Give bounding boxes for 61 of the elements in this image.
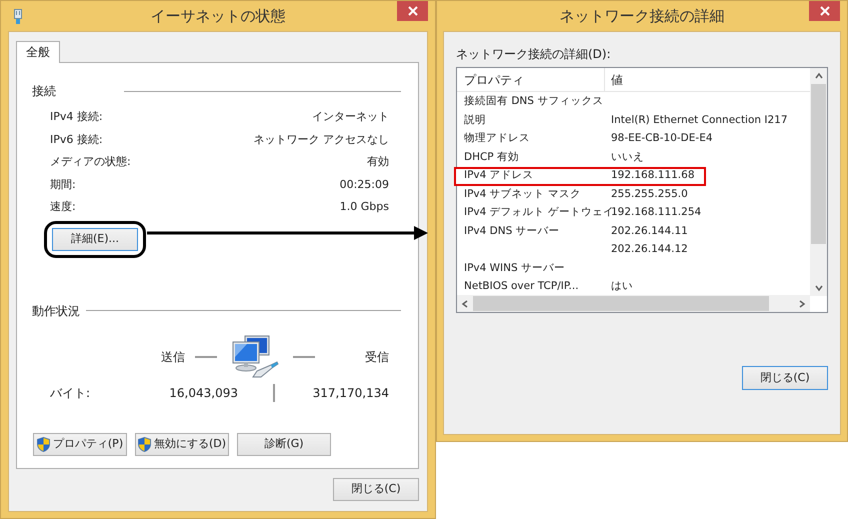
field-value: 317,170,134 bbox=[312, 384, 389, 402]
vertical-scrollbar[interactable] bbox=[810, 68, 827, 296]
column-label: 送信 bbox=[161, 348, 186, 366]
button[interactable]: プロパティ(P) bbox=[33, 432, 127, 456]
close-icon bbox=[408, 6, 418, 16]
window-title: イーサネットの状態 bbox=[150, 6, 286, 27]
field-value: 00:25:09 bbox=[340, 176, 389, 192]
table-cell: 説明 bbox=[464, 114, 486, 126]
field-value: 1.0 Gbps bbox=[340, 199, 389, 215]
close-dialog-button[interactable]: 閉じる(C) bbox=[742, 366, 828, 390]
field-value: インターネット bbox=[312, 109, 389, 125]
field-label: メディアの状態: bbox=[50, 154, 131, 170]
column-header[interactable]: プロパティ bbox=[457, 68, 605, 91]
network-computers-icon bbox=[231, 334, 279, 378]
field-label: 速度: bbox=[50, 199, 76, 215]
details-button[interactable]: 詳細(E)... bbox=[52, 228, 138, 250]
window-title: ネットワーク接続の詳細 bbox=[560, 6, 724, 27]
table-cell: Intel(R) Ethernet Connection I217 bbox=[611, 114, 788, 126]
column-label: 受信 bbox=[365, 348, 389, 366]
table-cell: はい bbox=[611, 280, 633, 292]
table-cell: いいえ bbox=[611, 150, 644, 163]
close-button[interactable] bbox=[397, 1, 428, 21]
table-cell: IPv4 サブネット マスク bbox=[464, 188, 581, 200]
table-cell: IPv4 アドレス bbox=[464, 169, 534, 182]
table-cell: 接続固有 DNS サフィックス bbox=[464, 95, 604, 108]
field-label: バイト: bbox=[50, 384, 92, 402]
scroll-right-icon[interactable] bbox=[798, 300, 806, 308]
section-heading: 接続 bbox=[32, 83, 56, 100]
shield-icon bbox=[36, 436, 50, 452]
list-label: ネットワーク接続の詳細(D): bbox=[456, 46, 611, 63]
close-icon bbox=[820, 6, 830, 16]
button[interactable]: 診断(G) bbox=[237, 432, 331, 456]
section-heading: 動作状況 bbox=[32, 302, 80, 320]
field-label: IPv6 接続: bbox=[50, 132, 103, 148]
table-cell: IPv4 DNS サーバー bbox=[464, 224, 560, 237]
close-dialog-button[interactable]: 閉じる(C) bbox=[333, 478, 419, 501]
table-cell: 98-EE-CB-10-DE-E4 bbox=[611, 132, 713, 144]
table-cell: 192.168.111.254 bbox=[611, 206, 702, 218]
field-label: IPv4 接続: bbox=[50, 109, 103, 125]
field-label: 期間: bbox=[50, 176, 76, 192]
ethernet-plug-icon bbox=[14, 9, 22, 24]
table-cell: 192.168.111.68 bbox=[611, 169, 694, 182]
close-button[interactable] bbox=[809, 1, 840, 21]
table-cell: IPv4 WINS サーバー bbox=[464, 262, 565, 274]
column-header[interactable]: 値 bbox=[605, 68, 810, 91]
scroll-down-icon[interactable] bbox=[814, 284, 822, 292]
table-cell: DHCP 有効 bbox=[464, 150, 519, 163]
table-cell: 202.26.144.11 bbox=[611, 224, 688, 237]
button[interactable]: 無効にする(D) bbox=[135, 432, 229, 456]
table-cell: NetBIOS over TCP/IP... bbox=[464, 280, 579, 292]
tab[interactable]: 全般 bbox=[16, 41, 60, 63]
field-value: 有効 bbox=[367, 154, 389, 170]
scroll-up-icon[interactable] bbox=[814, 72, 822, 80]
horizontal-scrollbar[interactable] bbox=[457, 295, 810, 312]
table-cell: 202.26.144.12 bbox=[611, 243, 688, 256]
field-value: 16,043,093 bbox=[168, 384, 238, 402]
field-value: ネットワーク アクセスなし bbox=[254, 132, 389, 148]
scroll-left-icon[interactable] bbox=[461, 300, 469, 308]
table-cell: 255.255.255.0 bbox=[611, 188, 688, 200]
table-cell: 物理アドレス bbox=[464, 132, 530, 144]
shield-icon bbox=[138, 436, 151, 452]
